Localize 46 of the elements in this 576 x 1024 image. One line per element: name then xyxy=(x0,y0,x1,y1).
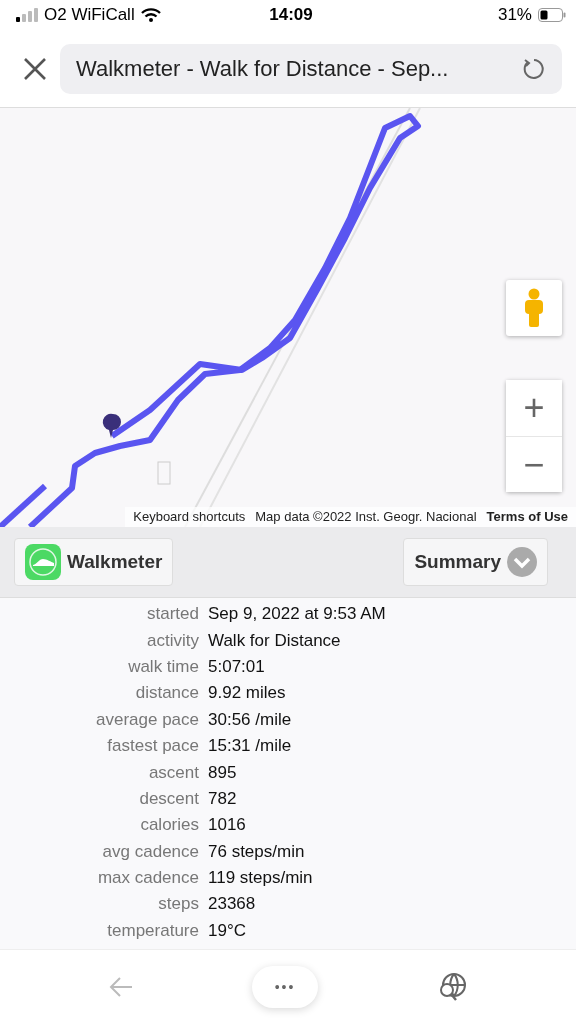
app-logo xyxy=(25,544,61,580)
wifi-icon xyxy=(140,8,161,22)
map-attribution[interactable]: Keyboard shortcuts xyxy=(133,509,246,524)
address-bar[interactable]: Walkmeter - Walk for Distance - Sep... xyxy=(60,43,562,94)
stat-label: steps xyxy=(157,894,199,915)
stat-value: 1016 xyxy=(208,815,246,836)
stat-label: ascent xyxy=(147,762,199,783)
stat-label: activity xyxy=(146,630,199,651)
stat-value: Walk for Distance xyxy=(208,630,341,651)
stat-value: 5:07:01 xyxy=(208,656,265,677)
battery-percent: 31% xyxy=(497,5,532,25)
stat-label: temperature xyxy=(106,920,199,941)
stat-label: max cadence xyxy=(96,868,199,889)
stat-value: 15:31 /mile xyxy=(208,736,292,757)
zoom-out-button[interactable]: − xyxy=(506,436,562,492)
close-button[interactable] xyxy=(22,55,48,82)
reload-icon[interactable] xyxy=(522,56,546,81)
stat-value: 895 xyxy=(208,762,237,783)
stat-label: started xyxy=(146,604,199,625)
signal-icon xyxy=(16,8,38,22)
stat-label: avg cadence xyxy=(101,841,199,862)
stat-value: 782 xyxy=(208,788,237,809)
stat-label: descent xyxy=(138,788,199,809)
stat-value: 76 steps/min xyxy=(208,841,305,862)
stat-value: 9.92 miles xyxy=(208,683,286,704)
more-button[interactable]: ••• xyxy=(252,966,318,1008)
zoom-in-button[interactable]: + xyxy=(506,380,562,436)
battery-icon xyxy=(538,8,566,22)
summary-dropdown[interactable]: Summary xyxy=(403,538,548,586)
stat-label: fastest pace xyxy=(106,736,199,757)
stat-value: 23368 xyxy=(208,894,256,915)
stat-value: Sep 9, 2022 at 9:53 AM xyxy=(208,604,386,625)
stat-label: distance xyxy=(134,683,199,704)
stat-label: walk time xyxy=(127,656,199,677)
carrier-name: O2 WiFiCall xyxy=(44,5,135,25)
stat-label: calories xyxy=(139,815,199,836)
stat-value: 30:56 /mile xyxy=(208,709,292,730)
app-button[interactable]: Walkmeter xyxy=(14,538,174,586)
stat-value: 119 steps/min xyxy=(208,868,313,889)
stat-value: 19°C xyxy=(208,920,246,941)
stat-label: average pace xyxy=(94,709,199,730)
page-title: Walkmeter - Walk for Distance - Sep... xyxy=(76,55,449,82)
chevron-down-icon xyxy=(507,547,537,577)
map-attribution[interactable]: Map data ©2022 Inst. Geogr. Nacional xyxy=(255,509,477,524)
clock-time: 14:09 xyxy=(269,5,313,25)
terms-link[interactable]: Terms of Use xyxy=(486,509,568,524)
